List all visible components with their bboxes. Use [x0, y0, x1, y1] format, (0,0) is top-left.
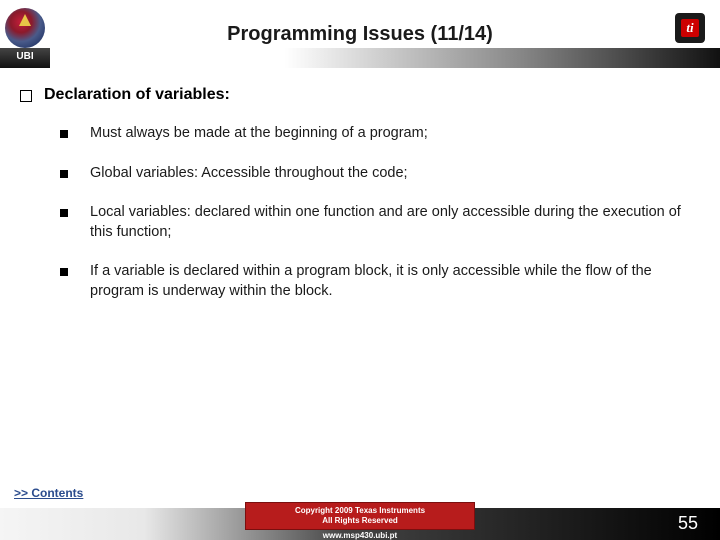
copyright-line-1: Copyright 2009 Texas Instruments [295, 506, 425, 516]
ubi-label: UBI [0, 48, 50, 68]
list-item: Global variables: Accessible throughout … [60, 164, 700, 184]
bullet-text: Must always be made at the beginning of … [90, 124, 428, 144]
header-left-logo-block: UBI [0, 0, 50, 68]
list-item: Must always be made at the beginning of … [60, 124, 700, 144]
filled-square-bullet-icon [60, 209, 68, 217]
slide-content: Declaration of variables: Must always be… [0, 68, 720, 301]
list-item: Local variables: declared within one fun… [60, 203, 700, 242]
ti-logo-icon [670, 8, 710, 48]
footer-url: www.msp430.ubi.pt [323, 531, 397, 540]
copyright-line-2: All Rights Reserved [322, 516, 398, 526]
slide-footer: >> Contents Copyright 2009 Texas Instrum… [0, 500, 720, 540]
slide-header: UBI Programming Issues (11/14) [0, 0, 720, 68]
filled-square-bullet-icon [60, 170, 68, 178]
copyright-box: Copyright 2009 Texas Instruments All Rig… [245, 502, 475, 530]
section-heading: Declaration of variables: [44, 86, 230, 104]
slide-title: Programming Issues (11/14) [227, 23, 493, 46]
bullet-text: Global variables: Accessible throughout … [90, 164, 408, 184]
filled-square-bullet-icon [60, 130, 68, 138]
ubi-crest-icon [5, 8, 45, 48]
bullet-text: Local variables: declared within one fun… [90, 203, 700, 242]
header-gradient-stripe [50, 48, 720, 68]
contents-link[interactable]: >> Contents [14, 486, 83, 500]
hollow-square-bullet-icon [20, 90, 32, 102]
filled-square-bullet-icon [60, 268, 68, 276]
bullet-text: If a variable is declared within a progr… [90, 262, 700, 301]
heading-row: Declaration of variables: [20, 86, 700, 104]
list-item: If a variable is declared within a progr… [60, 262, 700, 301]
page-number: 55 [678, 513, 698, 534]
